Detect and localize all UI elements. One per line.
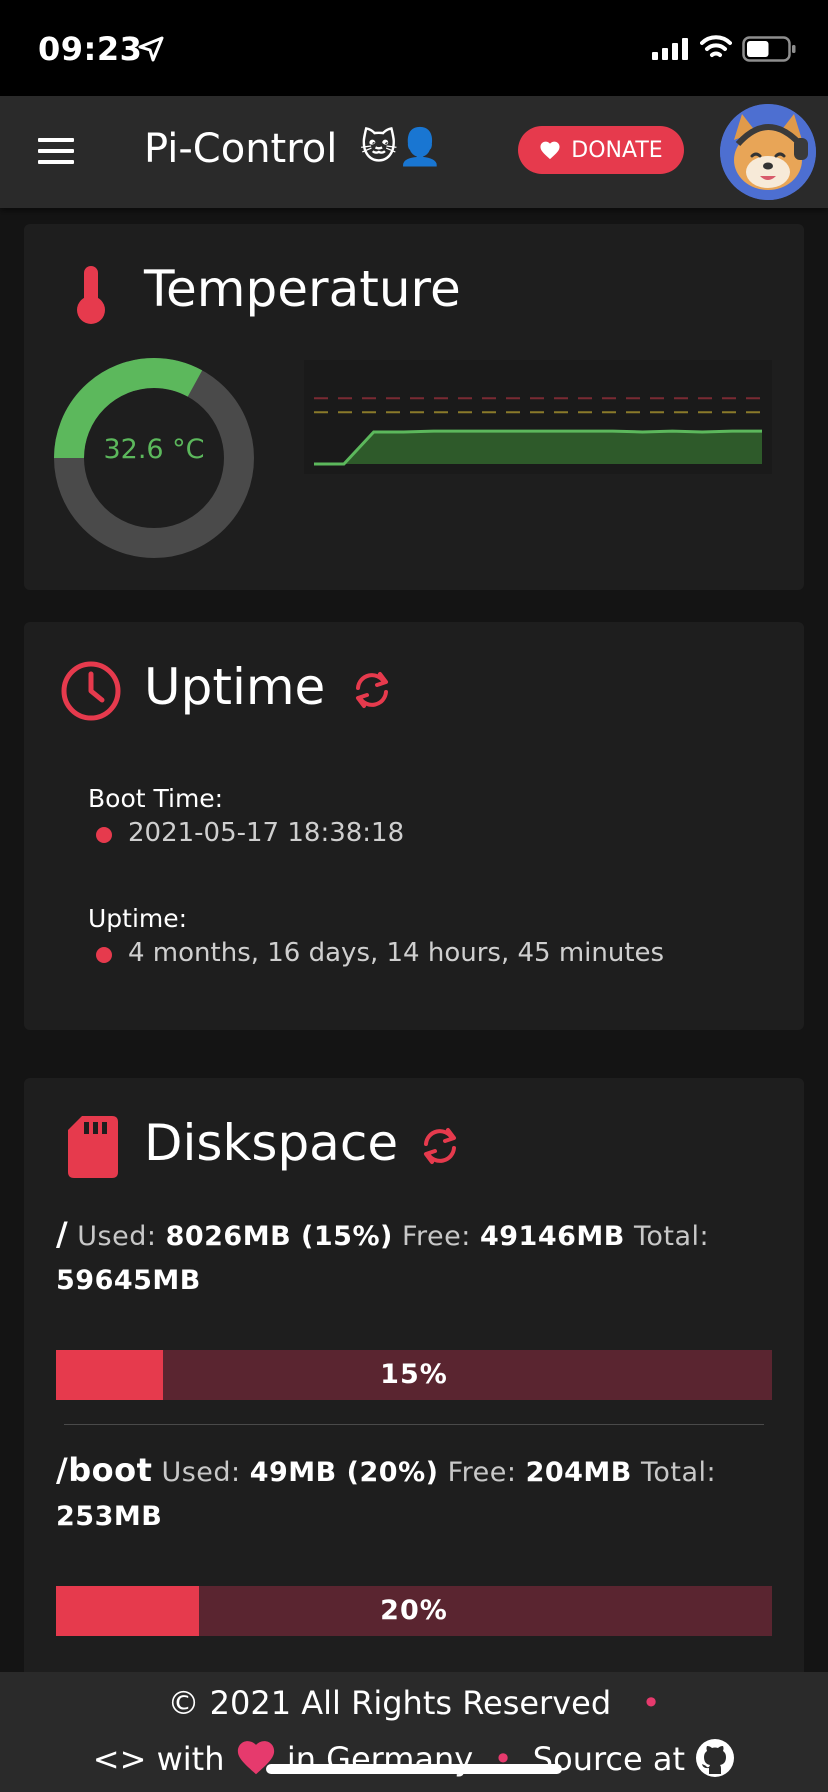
wifi-icon — [700, 35, 732, 57]
home-indicator — [266, 1764, 562, 1774]
boot-time-value: 2021-05-17 18:38:18 — [128, 818, 405, 848]
app-title: Pi-Control — [144, 126, 338, 172]
bullet-dot — [96, 947, 112, 963]
clock-icon — [61, 661, 121, 721]
divider — [64, 1424, 764, 1425]
thermometer-icon — [77, 266, 105, 324]
donate-label: DONATE — [571, 137, 663, 163]
refresh-icon[interactable] — [418, 1126, 462, 1166]
free-value: 204MB — [525, 1457, 632, 1488]
total-value: 59645MB — [56, 1265, 201, 1296]
uptime-card: Uptime Boot Time: 2021-05-17 18:38:18 Up… — [24, 622, 804, 1030]
bullet-dot — [96, 827, 112, 843]
used-label: Used: — [161, 1457, 241, 1488]
disk-info: / Used: 8026MB (15%) Free: 49146MB Total… — [56, 1212, 756, 1303]
refresh-icon[interactable] — [350, 670, 394, 710]
battery-icon — [742, 36, 796, 62]
donate-button[interactable]: DONATE — [518, 126, 684, 174]
disk-mount: / — [56, 1215, 69, 1253]
diskspace-title: Diskspace — [144, 1114, 399, 1172]
free-value: 49146MB — [479, 1221, 625, 1252]
disk-info: /boot Used: 49MB (20%) Free: 204MB Total… — [56, 1448, 756, 1539]
used-label: Used: — [77, 1221, 157, 1252]
with-text: with — [156, 1740, 225, 1778]
uptime-label: Uptime: — [88, 904, 188, 933]
used-value: 8026MB (15%) — [165, 1221, 393, 1252]
boot-time-label: Boot Time: — [88, 784, 224, 813]
disk-usage-bar: 15% — [56, 1350, 772, 1400]
disk-usage-percent: 20% — [380, 1595, 448, 1626]
sd-card-icon — [68, 1116, 118, 1178]
used-value: 49MB (20%) — [249, 1457, 439, 1488]
temperature-card: Temperature 32.6 °C — [24, 224, 804, 590]
shiba-dog-avatar-icon — [720, 104, 816, 200]
app-title-emoji: 🐱👤 — [360, 127, 443, 168]
menu-icon[interactable] — [38, 138, 74, 164]
temperature-value: 32.6 °C — [103, 434, 205, 465]
disk-mount: /boot — [56, 1451, 153, 1489]
uptime-value: 4 months, 16 days, 14 hours, 45 minutes — [128, 938, 665, 968]
status-bar: 09:23 — [0, 0, 828, 96]
free-label: Free: — [401, 1221, 471, 1252]
total-value: 253MB — [56, 1501, 163, 1532]
avatar[interactable] — [720, 104, 816, 200]
disk-usage-bar: 20% — [56, 1586, 772, 1636]
status-time: 09:23 — [38, 30, 143, 68]
free-label: Free: — [447, 1457, 517, 1488]
temperature-chart — [304, 360, 772, 474]
diskspace-card: Diskspace / Used: 8026MB (15%) Free: 491… — [24, 1078, 804, 1672]
disk-usage-percent: 15% — [380, 1359, 448, 1390]
footer-line-1: © 2021 All Rights Reserved • — [0, 1684, 828, 1722]
uptime-title: Uptime — [144, 658, 326, 716]
separator-dot: • — [621, 1684, 661, 1722]
code-icon: <> — [92, 1740, 147, 1778]
temperature-title: Temperature — [144, 260, 461, 318]
location-arrow-icon — [138, 36, 164, 62]
heart-icon — [540, 141, 560, 160]
cellular-signal-icon — [652, 38, 688, 60]
github-icon[interactable] — [695, 1738, 735, 1778]
total-label: Total: — [640, 1457, 717, 1488]
copyright-text: © 2021 All Rights Reserved — [167, 1684, 612, 1722]
footer: © 2021 All Rights Reserved • <> with in … — [0, 1672, 828, 1792]
total-label: Total: — [633, 1221, 710, 1252]
temperature-area — [314, 431, 762, 464]
app-bar: Pi-Control 🐱👤 DONATE — [0, 96, 828, 208]
